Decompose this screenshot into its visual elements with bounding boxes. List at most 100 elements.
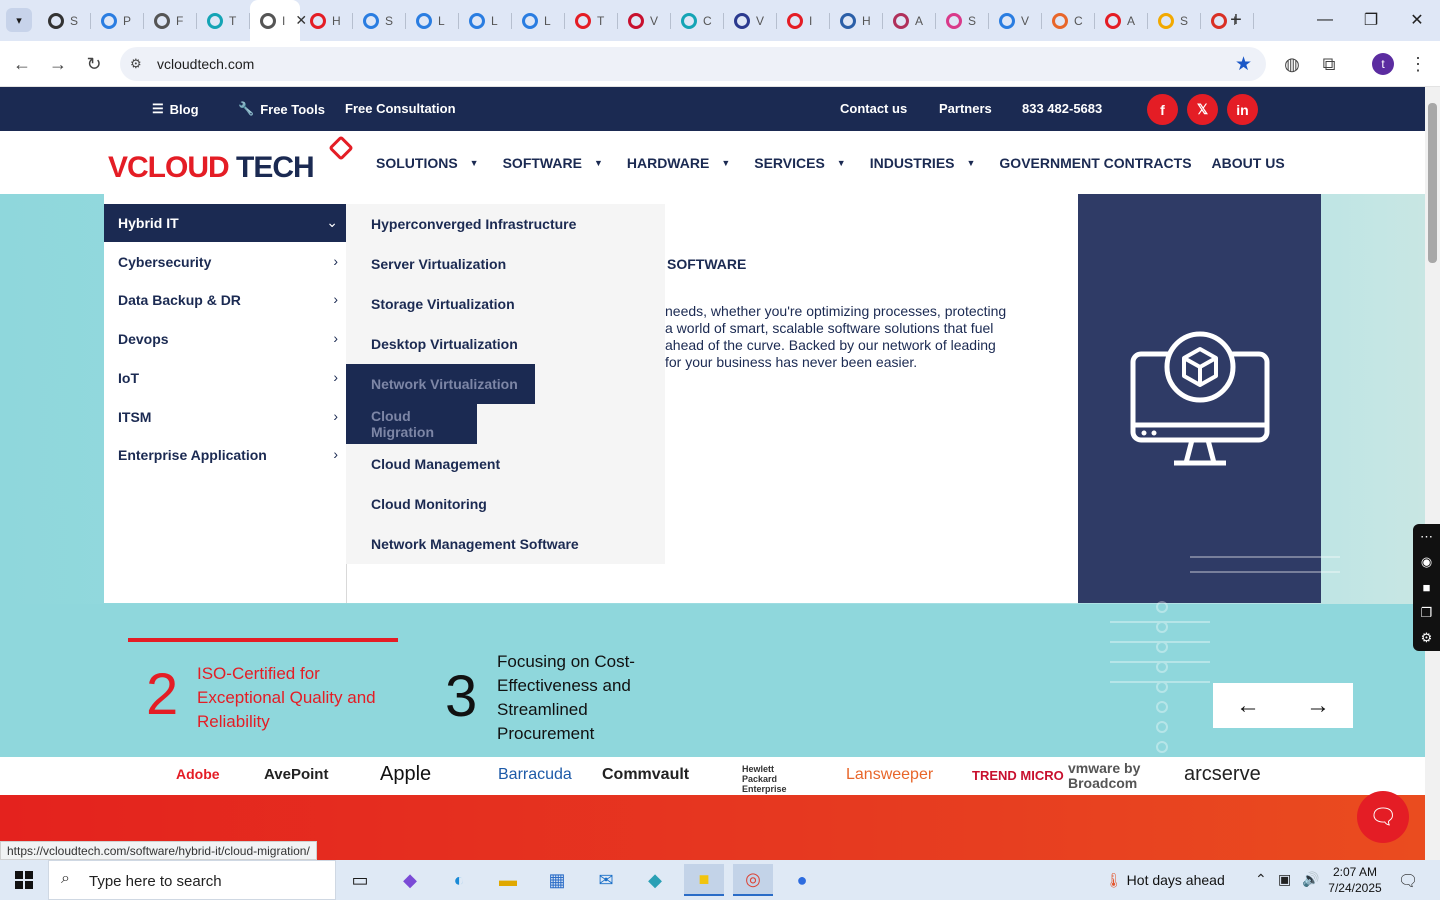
blog-link[interactable]: ☰ Blog [152,101,199,117]
menu-category-cybersecurity[interactable]: Cybersecurity › [104,243,346,281]
carousel-prev-button[interactable]: ← [1213,683,1283,728]
minimize-button[interactable]: — [1302,6,1348,34]
x-twitter-icon[interactable]: 𝕏 [1187,94,1218,125]
brand-commvault[interactable]: Commvault [602,766,689,784]
browser-tab[interactable]: T [565,0,618,41]
browser-tab[interactable]: H [830,0,883,41]
taskbar-search-box[interactable]: ⌕ Type here to search [48,860,336,900]
browser-tab[interactable]: L [406,0,459,41]
brand-avepoint[interactable]: AvePoint [264,766,328,783]
mail-icon[interactable]: ✉ [586,864,626,896]
browser-tab[interactable]: F [144,0,197,41]
brand-vmware[interactable]: vmware by Broadcom [1068,761,1168,791]
browser-tab[interactable]: S [353,0,406,41]
bookmark-star-icon[interactable]: ★ [1235,53,1252,76]
close-window-button[interactable]: ✕ [1394,6,1440,34]
browser-tab[interactable]: S [1148,0,1201,41]
new-tab-button[interactable]: + [1224,8,1248,32]
maximize-button[interactable]: ❐ [1348,6,1394,34]
app-diamond-icon[interactable]: ◆ [635,864,675,896]
browser-tab[interactable]: V [989,0,1042,41]
scrollbar-thumb[interactable] [1428,103,1437,263]
notification-icon[interactable]: 🗨 [1398,871,1418,891]
free-consultation-link[interactable]: Free Consultation [345,101,456,116]
phone-link[interactable]: 833 482-5683 [1022,101,1102,116]
menu-item-cloud-monitoring[interactable]: Cloud Monitoring [346,484,487,524]
browser-tab[interactable]: S [936,0,989,41]
brand-lansweeper[interactable]: Lansweeper [846,766,933,784]
carousel-next-button[interactable]: → [1283,683,1353,728]
vcloud-tech-logo[interactable]: VCLOUD TECH [108,135,354,185]
profile-avatar[interactable]: t [1372,53,1394,75]
menu-category-itsm[interactable]: ITSM › [104,398,346,436]
browser-tab[interactable]: I [777,0,830,41]
settings-gear-icon[interactable]: ⚙ [1421,630,1433,646]
nav-government-contracts[interactable]: GOVERNMENT CONTRACTS [999,155,1191,171]
video-icon[interactable]: ■ [1423,580,1431,595]
edge-icon[interactable]: ◐ [439,864,479,896]
browser-tab[interactable]: P [91,0,144,41]
site-info-icon[interactable]: ⚙ [130,56,146,72]
menu-category-devops[interactable]: Devops › [104,320,346,358]
menu-item-desktop-virtualization[interactable]: Desktop Virtualization [346,324,518,364]
chat-icon[interactable]: 🗨 [1357,791,1409,843]
store-icon[interactable]: ▦ [537,864,577,896]
menu-item-hyperconverged-infrastructure[interactable]: Hyperconverged Infrastructure [346,204,576,244]
brand-apple[interactable]: Apple [380,763,431,786]
browser-tab[interactable]: V [724,0,777,41]
task-view-icon[interactable]: ▭ [340,864,380,896]
menu-category-data-backup-dr[interactable]: Data Backup & DR › [104,281,346,319]
nav-industries[interactable]: INDUSTRIES ▼ [870,155,976,171]
browser-tab[interactable]: H [300,0,353,41]
tab-search-button[interactable]: ▾ [6,8,32,32]
brand-barracuda[interactable]: Barracuda [498,766,572,784]
browser-tab[interactable]: A [883,0,936,41]
browser-tab[interactable]: V [618,0,671,41]
brand-arcserve[interactable]: arcserve [1184,763,1261,786]
network-icon[interactable]: ▣ [1278,871,1291,888]
browser-tab[interactable]: T [197,0,250,41]
menu-item-cloud-management[interactable]: Cloud Management [346,444,500,484]
nav-services[interactable]: SERVICES ▼ [754,155,845,171]
menu-item-network-management-software[interactable]: Network Management Software [346,524,579,564]
translate-icon[interactable]: ◍ [1278,50,1306,78]
brand-adobe[interactable]: Adobe [176,766,220,782]
browser-tab[interactable]: C [1042,0,1095,41]
browser-tab[interactable]: L [512,0,565,41]
taskbar-clock[interactable]: 2:07 AM 7/24/2025 [1325,864,1385,896]
menu-category-iot[interactable]: IoT › [104,359,346,397]
zoom-icon[interactable]: ● [782,864,822,896]
free-tools-link[interactable]: 🔧 Free Tools [238,101,325,117]
menu-category-enterprise-application[interactable]: Enterprise Application › [104,436,346,474]
camera-icon[interactable]: ◉ [1421,554,1432,570]
browser-menu-icon[interactable]: ⋮ [1404,50,1432,78]
file-explorer-icon[interactable]: ▬ [488,864,528,896]
windows-start-button[interactable] [0,860,48,900]
browser-tab[interactable]: S [38,0,91,41]
browser-tab[interactable]: I ✕ [250,0,307,41]
window-icon[interactable]: ❐ [1421,605,1433,621]
nav-solutions[interactable]: SOLUTIONS ▼ [376,155,479,171]
browser-tab[interactable]: C [671,0,724,41]
back-icon[interactable]: ← [8,50,36,78]
facebook-icon[interactable]: f [1147,94,1178,125]
address-bar[interactable]: ⚙ vcloudtech.com ★ [120,47,1266,81]
nav-about-us[interactable]: ABOUT US [1212,155,1285,171]
menu-item-server-virtualization[interactable]: Server Virtualization [346,244,506,284]
forward-icon[interactable]: → [44,50,72,78]
page-scrollbar[interactable] [1425,87,1440,860]
contact-us-link[interactable]: Contact us [840,101,907,116]
sticky-notes-icon[interactable]: ■ [684,864,724,896]
link-icon[interactable]: ⋯ [1420,529,1433,545]
brand-trend-micro[interactable]: TREND MICRO [972,768,1064,783]
browser-tab[interactable]: L [459,0,512,41]
linkedin-icon[interactable]: in [1227,94,1258,125]
menu-item-network-virtualization[interactable]: Network Virtualization [346,364,535,404]
copilot-icon[interactable]: ◆ [390,864,430,896]
browser-tab[interactable]: A [1095,0,1148,41]
brand-hpe[interactable]: Hewlett Packard Enterprise [742,764,802,794]
chrome-icon[interactable]: ◎ [733,864,773,896]
tray-overflow-icon[interactable]: ⌃ [1255,871,1267,888]
nav-hardware[interactable]: HARDWARE ▼ [627,155,730,171]
nav-software[interactable]: SOFTWARE ▼ [503,155,603,171]
